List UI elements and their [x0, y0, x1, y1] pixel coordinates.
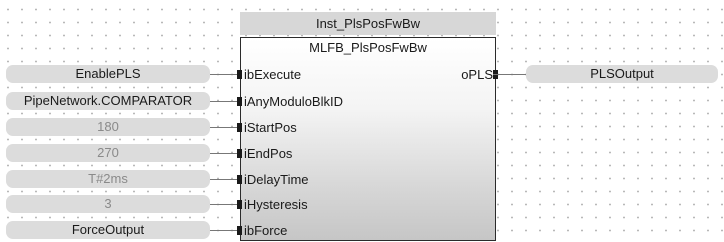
input-wire-iAnyModuloBlkID — [210, 101, 239, 102]
pin-label-ibExecute: ibExecute — [244, 67, 302, 82]
input-value-iStartPos[interactable]: 180 — [6, 118, 210, 136]
pin-label-iDelayTime: iDelayTime — [244, 172, 309, 187]
pin-label-iStartPos: iStartPos — [244, 120, 297, 135]
block-instance-name[interactable]: Inst_PlsPosFwBw — [240, 12, 496, 35]
input-pin-iHysteresis[interactable] — [237, 200, 242, 209]
input-pin-ibExecute[interactable] — [237, 70, 242, 79]
pin-label-iEndPos: iEndPos — [244, 146, 293, 161]
input-pin-iStartPos[interactable] — [237, 123, 242, 132]
pin-label-iHysteresis: iHysteresis — [244, 197, 308, 212]
input-value-ibExecute[interactable]: EnablePLS — [6, 65, 210, 83]
input-wire-ibExecute — [210, 74, 239, 75]
block-type-name: MLFB_PlsPosFwBw — [309, 40, 427, 55]
input-value-iDelayTime[interactable]: T#2ms — [6, 170, 210, 188]
input-value-iHysteresis[interactable]: 3 — [6, 195, 210, 213]
input-wire-iHysteresis — [210, 204, 239, 205]
input-wire-iStartPos — [210, 127, 239, 128]
input-value-iEndPos[interactable]: 270 — [6, 144, 210, 162]
input-wire-iEndPos — [210, 153, 239, 154]
output-value-oPLS[interactable]: PLSOutput — [526, 65, 718, 83]
function-block[interactable]: MLFB_PlsPosFwBw ibExecute iAnyModuloBlkI… — [240, 37, 496, 241]
input-wire-ibForce — [210, 230, 239, 231]
pin-label-iAnyModuloBlkID: iAnyModuloBlkID — [244, 94, 343, 109]
input-pin-iAnyModuloBlkID[interactable] — [237, 97, 242, 106]
input-pin-iDelayTime[interactable] — [237, 175, 242, 184]
input-pin-iEndPos[interactable] — [237, 149, 242, 158]
pin-label-ibForce: ibForce — [244, 223, 288, 238]
output-wire-oPLS — [493, 74, 526, 75]
input-value-iAnyModuloBlkID[interactable]: PipeNetwork.COMPARATOR — [6, 92, 210, 110]
input-value-ibForce[interactable]: ForceOutput — [6, 221, 210, 239]
input-wire-iDelayTime — [210, 179, 239, 180]
pin-label-oPLS: oPLS — [461, 67, 493, 82]
input-pin-ibForce[interactable] — [237, 226, 242, 235]
